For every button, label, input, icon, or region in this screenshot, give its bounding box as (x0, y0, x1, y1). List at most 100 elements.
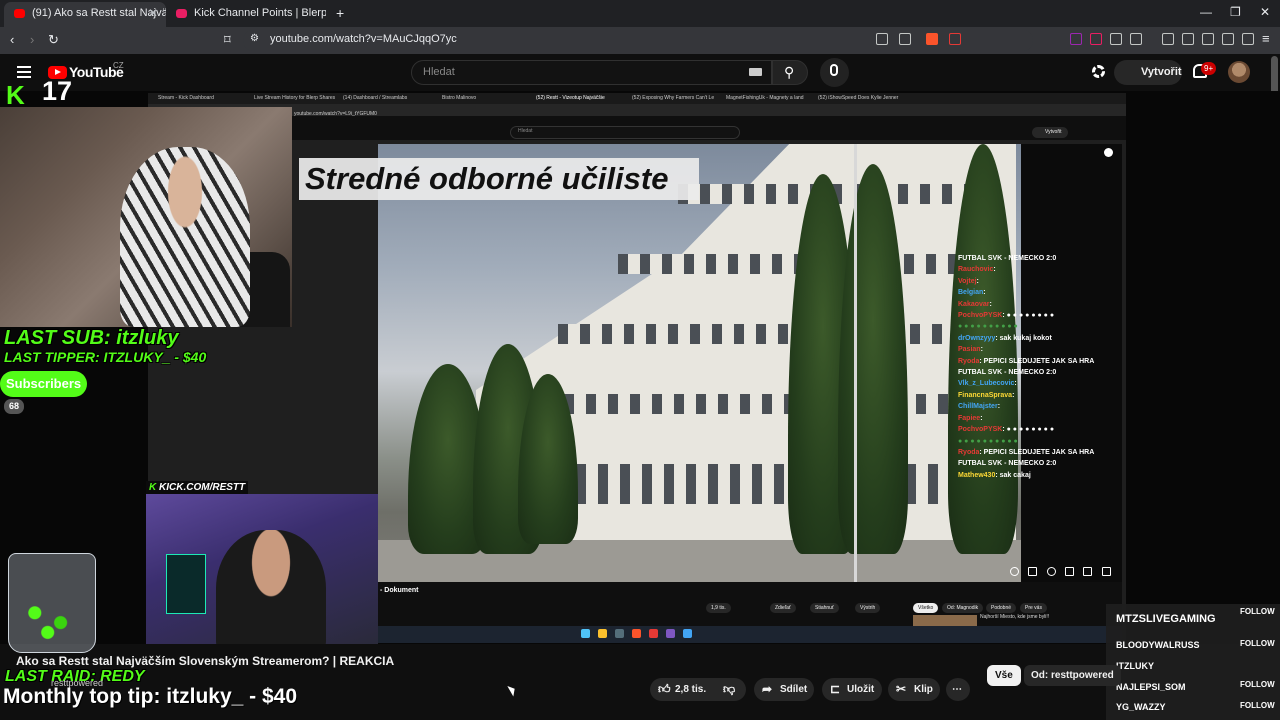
chat-text: : PEPICI SLEDUJETE JAK SA HRA (979, 448, 1095, 456)
extension-icon[interactable] (1070, 33, 1082, 45)
inner-side-title: Najhorší Miesto, kde jsme byli!! (980, 614, 1050, 620)
chat-text: : (997, 403, 1001, 411)
filter-chip-from-channel[interactable]: Od: resttpowered (1024, 665, 1121, 686)
chat-text: : PEPICI SLEDUJETE JAK SA HRA (979, 357, 1095, 365)
chat-text: : ● ● ● ● ● ● ● ● (1002, 312, 1055, 320)
inner-chip: Všetko (913, 603, 939, 613)
chat-username: FinancnaSprava (958, 391, 1013, 399)
inner-url-text: youtube.com/watch?v=L9i_tYGFUM0 (294, 111, 377, 117)
share-icon[interactable] (899, 33, 911, 45)
inner-search-placeholder: Hledat (518, 128, 533, 134)
country-code: CZ (113, 61, 124, 70)
chat-text: : ● ● ● ● ● ● ● ● (1002, 426, 1055, 434)
dislike-button[interactable]: 👎︎ (714, 678, 746, 701)
extension-icon[interactable] (1110, 33, 1122, 45)
vpn-icon[interactable] (1242, 33, 1254, 45)
sidebar-icon[interactable] (1182, 33, 1194, 45)
chat-message: Vojtej: (958, 276, 1120, 287)
reload-icon[interactable]: ↻ (48, 32, 59, 48)
wallet-icon[interactable] (1202, 33, 1214, 45)
monthly-top-tip-overlay: Monthly top tip: itzluky_ - $40 (3, 685, 298, 708)
inner-tab: Stream - Kick Dashboard (158, 95, 214, 101)
avatar[interactable] (1228, 61, 1250, 83)
inner-create-button: Vytvořit (1032, 127, 1068, 138)
chat-message: Belgian: (958, 287, 1120, 298)
site-info-icon[interactable]: ⚙ (250, 33, 259, 44)
chat-text: FUTBAL SVK - NEMECKO 2:0 (958, 369, 1057, 377)
obs-icon (649, 629, 658, 638)
inner-browser-tabs: Stream - Kick Dashboard Live Stream Hist… (148, 93, 1126, 104)
webcam-guest (146, 494, 378, 644)
inner-tab: Bistro Malinovo (442, 95, 477, 101)
save-button[interactable]: ⊏ Uložit (822, 678, 882, 701)
music-icon[interactable] (1162, 33, 1174, 45)
clip-button[interactable]: ✂ Klip (888, 678, 940, 701)
thumbs-up-icon: 👍︎ (658, 682, 671, 696)
guest-person (216, 530, 326, 644)
youtube-favicon-icon (14, 9, 25, 18)
pc-case (166, 554, 206, 614)
tab-close-icon[interactable]: ✕ (148, 2, 158, 25)
inner-video-caption: Stredné odborné učiliste (305, 161, 669, 196)
search-input[interactable] (411, 60, 772, 85)
chat-text: : (993, 266, 996, 274)
create-button[interactable]: Vytvořit (1114, 60, 1182, 85)
fullscreen-icon (1102, 567, 1111, 576)
blerp-favicon-icon (176, 9, 187, 18)
close-window-button[interactable]: ✕ (1260, 5, 1270, 19)
mouse-cursor-icon (507, 683, 518, 697)
chat-message: Kakaovar: (958, 299, 1120, 310)
like-button[interactable]: 👍︎ 2,8 tis. (650, 678, 714, 701)
restore-button[interactable]: ❐ (1230, 5, 1241, 19)
bookmark-icon: ⊏ (830, 682, 841, 696)
chat-username: Belgian (958, 289, 984, 297)
windows-taskbar (378, 626, 1122, 643)
hamburger-menu-icon[interactable] (17, 66, 31, 78)
leo-icon[interactable] (1222, 33, 1234, 45)
kick-url-text: KICK.COM/RESTT (159, 482, 246, 493)
chat-text: : sak kukaj kokot (995, 334, 1052, 342)
brave-rewards-icon[interactable] (949, 33, 961, 45)
streamer (120, 147, 250, 327)
cast-icon[interactable] (876, 33, 888, 45)
extension-icon[interactable] (1090, 33, 1102, 45)
subscribers-count: 68 (4, 399, 25, 414)
building-windows (678, 184, 1008, 204)
gear-icon[interactable] (1092, 65, 1105, 78)
search-button[interactable]: ⚲ (772, 60, 808, 85)
minimize-button[interactable]: — (1200, 5, 1212, 19)
last-tipper-overlay: LAST TIPPER: ITZLUKY_ - $40 (4, 349, 207, 365)
back-icon[interactable]: ‹ (10, 32, 14, 47)
browser-tab[interactable]: Kick Channel Points | Blerp (166, 2, 326, 27)
notification-count-badge: 9+ (1201, 62, 1217, 75)
brave-shield-icon[interactable] (926, 33, 938, 45)
settings-icon (1047, 567, 1056, 576)
browser-tab-active[interactable]: (91) Ako sa Restt stal Najväčší ✕ (4, 2, 166, 27)
chat-text: ● ● ● ● ● ● ● ● ● ● (958, 437, 1018, 445)
bookmark-icon[interactable]: ⌑ (224, 32, 231, 48)
share-arrow-icon: ➦ (762, 682, 773, 696)
share-button[interactable]: ➦ Sdílet (754, 678, 814, 701)
chat-message: FinancnaSprava: (958, 390, 1120, 401)
search-icon: ⚲ (784, 64, 795, 80)
chat-text: ● ● ● ● ● ● ● ● ● ● (958, 323, 1018, 331)
save-label: Uložit (847, 684, 875, 695)
inner-like-pill: 1,9 tis. (706, 603, 731, 613)
chat-username: Rauchovic (958, 266, 994, 274)
stream-chat: FUTBAL SVK - NEMECKO 2:0 Rauchovic: Vojtej… (958, 253, 1120, 481)
new-tab-button[interactable]: + (336, 5, 344, 21)
filter-chip-all[interactable]: Vše (987, 665, 1021, 686)
menu-icon[interactable]: ≡ (1262, 31, 1270, 46)
chat-username: Vlk_z_Lubecovic (958, 380, 1015, 388)
extension-icon[interactable] (1130, 33, 1142, 45)
chat-username: Pasian (958, 346, 981, 354)
more-actions-button[interactable]: ⋯ (946, 678, 970, 701)
forward-icon[interactable]: › (30, 32, 34, 47)
voice-search-button[interactable] (820, 58, 849, 87)
keyboard-icon[interactable] (749, 68, 762, 76)
url-text[interactable]: youtube.com/watch?v=MAuCJqqO7yc (270, 33, 457, 45)
browser-toolbar: ‹ › ↻ ⌑ (0, 27, 1280, 54)
chat-text: : (1012, 391, 1015, 399)
inner-tab: (52) Exposing Why Farmers Can't Le (632, 95, 715, 101)
chat-message: Ryoda: PEPICI SLEDUJETE JAK SA HRA (958, 447, 1120, 458)
